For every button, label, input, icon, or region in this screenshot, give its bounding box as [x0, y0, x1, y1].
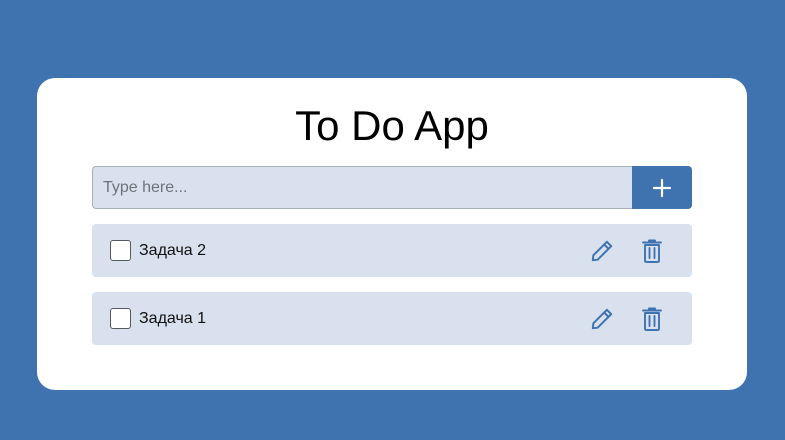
- task-input[interactable]: [92, 166, 632, 209]
- delete-task-button[interactable]: [638, 237, 666, 265]
- pencil-icon: [591, 308, 613, 330]
- task-item: Задача 2: [92, 224, 692, 277]
- add-task-row: [92, 166, 692, 209]
- plus-icon: [652, 178, 672, 197]
- task-item: Задача 1: [92, 292, 692, 345]
- task-label: Задача 1: [139, 309, 207, 327]
- task-checkbox[interactable]: [110, 308, 131, 329]
- task-label: Задача 2: [139, 241, 207, 259]
- todo-card: To Do App Задача 2: [37, 78, 747, 390]
- delete-task-button[interactable]: [638, 305, 666, 333]
- trash-icon: [642, 239, 662, 263]
- edit-task-button[interactable]: [588, 237, 616, 265]
- task-list: Задача 2 Задача 1: [92, 224, 692, 360]
- trash-icon: [642, 307, 662, 331]
- add-task-button[interactable]: [632, 166, 692, 209]
- app-title: To Do App: [295, 102, 489, 149]
- task-checkbox[interactable]: [110, 240, 131, 261]
- edit-task-button[interactable]: [588, 305, 616, 333]
- pencil-icon: [591, 240, 613, 262]
